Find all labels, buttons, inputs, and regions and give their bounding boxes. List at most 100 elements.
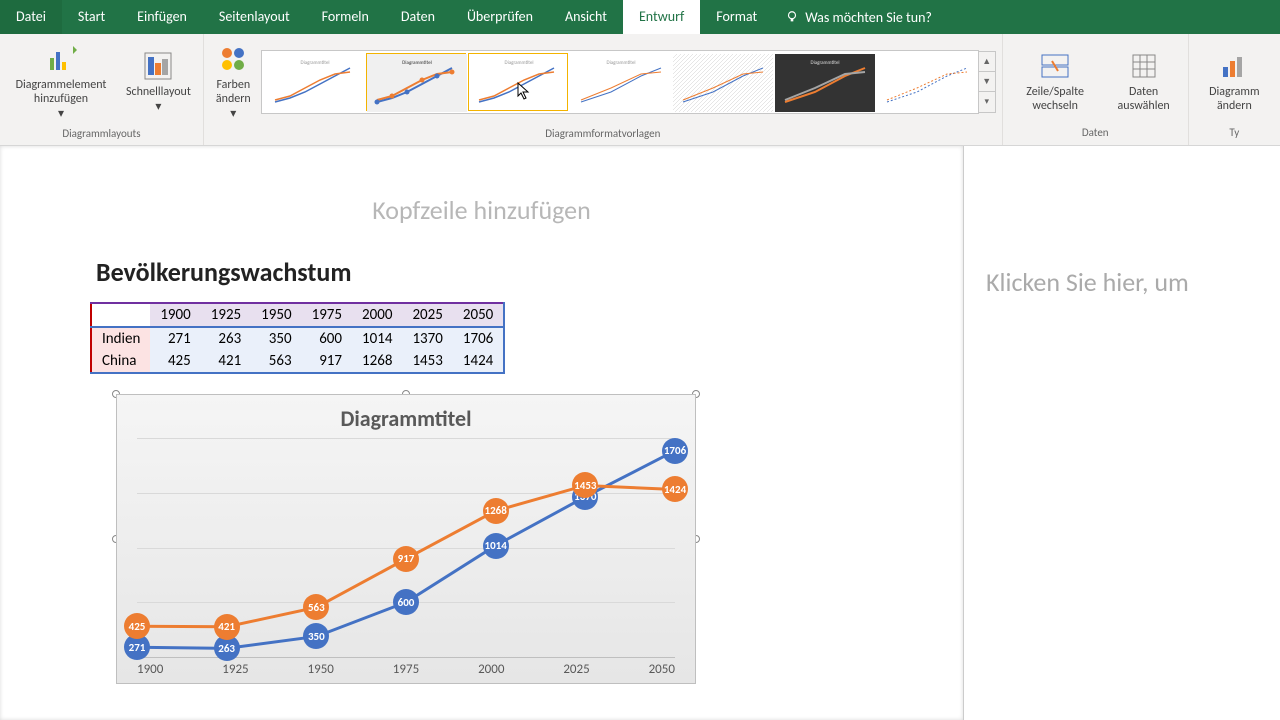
table-cell: 1268 [352,350,402,373]
row-name: Indien [91,327,150,350]
x-label: 2025 [563,662,589,677]
data-marker[interactable]: 917 [393,546,419,572]
group-label-styles: Diagrammformatvorlagen [210,125,996,142]
change-type-label: Diagramm ändern [1201,85,1268,114]
side-panel[interactable]: Klicken Sie hier, um [964,146,1280,720]
data-marker[interactable]: 1453 [572,472,598,498]
tab-data[interactable]: Daten [385,0,451,34]
group-label-layouts: Diagrammlayouts [6,125,197,142]
quick-layout-button[interactable]: Schnelllayout ▾ [120,45,197,118]
data-marker[interactable]: 600 [393,589,419,615]
data-marker[interactable]: 425 [124,613,150,639]
data-marker[interactable]: 350 [303,623,329,649]
x-label: 1975 [393,662,419,677]
tell-me-label: Was möchten Sie tun? [805,9,932,26]
table-header: 1975 [302,303,352,327]
tab-review[interactable]: Überprüfen [451,0,549,34]
data-marker[interactable]: 563 [303,594,329,620]
quick-layout-label: Schnelllayout [126,85,191,99]
header-placeholder[interactable]: Kopfzeile hinzufügen [0,194,963,226]
add-chart-element-button[interactable]: Diagrammelement hinzufügen ▾ [6,38,116,125]
table-cell: 1706 [453,327,504,350]
table-cell: 263 [201,327,251,350]
group-chart-layouts: Diagrammelement hinzufügen ▾ Schnelllayo… [0,34,204,145]
table-header: 1950 [251,303,301,327]
chart-title[interactable]: Diagrammtitel [137,405,675,432]
data-marker[interactable]: 1706 [662,438,688,464]
chart-object[interactable]: Diagrammtitel 27126335060010141370170642… [116,394,696,684]
tab-formulas[interactable]: Formeln [306,0,385,34]
data-marker[interactable]: 1268 [483,498,509,524]
chart-area[interactable]: Diagrammtitel 27126335060010141370170642… [116,394,696,684]
chart-style-2[interactable]: Diagrammtitel [366,53,466,111]
switch-row-column-button[interactable]: Zeile/Spalte wechseln [1009,45,1102,118]
data-marker[interactable]: 1014 [483,533,509,559]
data-table[interactable]: 1900 1925 1950 1975 2000 2025 2050 Indie… [90,302,505,374]
data-marker[interactable]: 1424 [662,476,688,502]
tab-view[interactable]: Ansicht [549,0,623,34]
table-cell: 1014 [352,327,402,350]
chart-style-4[interactable]: Diagrammtitel [570,53,670,111]
table-row: Indien 271 263 350 600 1014 1370 1706 [91,327,504,350]
table-cell: 1370 [402,327,452,350]
table-header: 1925 [201,303,251,327]
tab-design[interactable]: Entwurf [623,0,700,34]
tab-page-layout[interactable]: Seitenlayout [203,0,306,34]
group-type: Diagramm ändern Ty [1189,34,1280,145]
group-data: Zeile/Spalte wechseln Daten auswählen Da… [1003,34,1189,145]
change-chart-type-button[interactable]: Diagramm ändern [1195,45,1274,118]
svg-text:Diagrammtitel: Diagrammtitel [402,60,432,66]
select-data-icon [1127,49,1161,83]
quick-layout-icon [141,49,175,83]
switch-label: Zeile/Spalte wechseln [1015,85,1096,114]
add-element-icon [44,42,78,76]
x-label: 1925 [222,662,248,677]
tab-insert[interactable]: Einfügen [121,0,203,34]
gallery-up-button[interactable]: ▲ [979,52,995,72]
add-element-label: Diagrammelement hinzufügen [12,78,110,107]
switch-icon [1038,49,1072,83]
chart-style-3[interactable]: Diagrammtitel [468,53,568,111]
chart-style-1[interactable]: Diagrammtitel [264,53,364,111]
tab-format[interactable]: Format [700,0,773,34]
svg-text:Diagrammtitel: Diagrammtitel [606,60,635,66]
plot-area[interactable]: 2712633506001014137017064254215639171268… [137,438,675,658]
svg-text:Diagrammtitel: Diagrammtitel [504,60,533,66]
svg-text:Diagrammtitel: Diagrammtitel [810,60,839,66]
table-corner [91,303,150,327]
ribbon-tabs: Datei Start Einfügen Seitenlayout Formel… [0,0,1280,34]
document-page[interactable]: Kopfzeile hinzufügen Bevölkerungswachstu… [0,146,964,720]
gallery-more-button[interactable]: ▾ [979,92,995,112]
svg-text:Diagrammtitel: Diagrammtitel [300,60,329,66]
gallery-down-button[interactable]: ▼ [979,72,995,92]
table-cell: 917 [302,350,352,373]
table-cell: 1453 [402,350,452,373]
tab-file[interactable]: Datei [0,0,62,34]
ribbon: Diagrammelement hinzufügen ▾ Schnelllayo… [0,34,1280,146]
table-header: 2000 [352,303,402,327]
chart-style-5[interactable] [672,53,772,111]
data-marker[interactable]: 421 [214,614,240,640]
x-label: 2050 [649,662,675,677]
table-cell: 600 [302,327,352,350]
table-cell: 350 [251,327,301,350]
group-label-type: Ty [1195,124,1274,141]
workspace: Kopfzeile hinzufügen Bevölkerungswachstu… [0,146,1280,720]
change-colors-button[interactable]: Farben ändern ▾ [210,38,257,125]
lightbulb-icon [785,10,799,24]
row-name: China [91,350,150,373]
document-title: Bevölkerungswachstum [96,256,963,288]
tab-home[interactable]: Start [62,0,121,34]
chart-style-6[interactable]: Diagrammtitel [774,53,874,111]
group-chart-styles: Farben ändern ▾ Diagrammtitel Diagrammti… [204,34,1003,145]
select-data-button[interactable]: Daten auswählen [1106,45,1182,118]
tell-me-search[interactable]: Was möchten Sie tun? [773,9,944,26]
gallery-scroll: ▲ ▼ ▾ [979,51,996,113]
select-data-label: Daten auswählen [1112,85,1176,114]
group-label-data: Daten [1009,124,1182,141]
x-label: 1950 [308,662,334,677]
chart-style-7[interactable] [876,53,976,111]
table-cell: 563 [251,350,301,373]
x-axis-labels: 1900 1925 1950 1975 2000 2025 2050 [137,658,675,677]
colors-icon [216,42,250,76]
